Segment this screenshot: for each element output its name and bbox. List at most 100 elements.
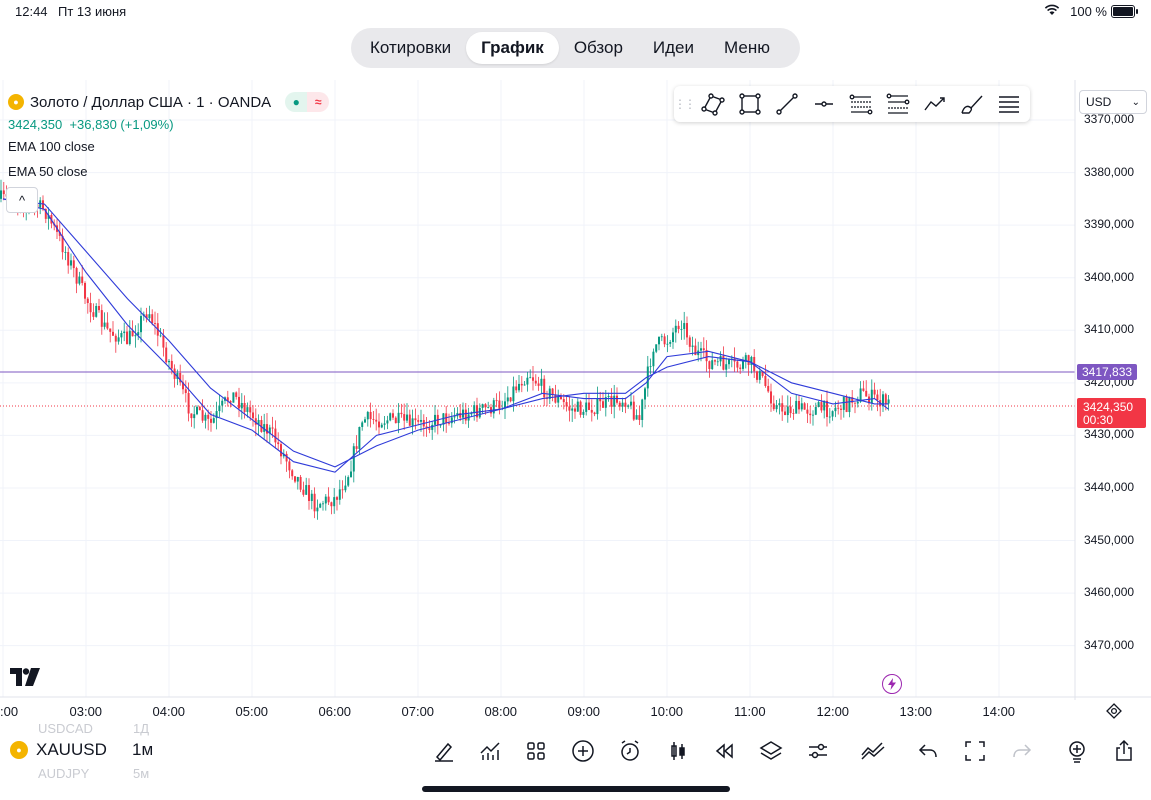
candle-body <box>232 392 235 403</box>
chevron-up-icon: ^ <box>18 192 26 208</box>
candle-body <box>319 503 322 508</box>
candle-body <box>686 323 688 338</box>
candle-body <box>837 407 840 409</box>
candle-body <box>450 417 453 424</box>
candle-body <box>95 305 98 317</box>
settings-icon[interactable] <box>803 736 833 766</box>
candle-body <box>840 408 842 410</box>
candle-body <box>635 415 638 420</box>
candle-body <box>372 419 375 420</box>
fib-retracement-icon[interactable] <box>842 86 879 122</box>
undo-icon[interactable] <box>913 736 943 766</box>
tab-overview[interactable]: Обзор <box>559 32 638 64</box>
ideas-icon[interactable] <box>1062 736 1092 766</box>
candle-body <box>380 424 383 428</box>
candle-body <box>397 412 400 424</box>
candle-body <box>478 407 481 418</box>
share-icon[interactable] <box>1109 736 1139 766</box>
candle-body <box>540 378 543 386</box>
candle-body <box>481 404 484 408</box>
symbol-selector[interactable]: ● XAUUSD <box>10 740 107 760</box>
indicators-icon[interactable] <box>475 736 505 766</box>
price-chart[interactable] <box>0 80 1151 700</box>
compare-icon[interactable] <box>858 736 888 766</box>
legend-title-row[interactable]: ● Золото / Доллар США · 1 · OANDA ● ≈ <box>8 92 330 112</box>
layers-icon[interactable] <box>756 736 786 766</box>
candle-body <box>610 395 613 407</box>
pattern-icon[interactable] <box>694 86 731 122</box>
candle-body <box>347 477 350 486</box>
candle-body <box>680 329 683 330</box>
tradingview-logo <box>10 668 42 691</box>
candle-body <box>618 402 621 407</box>
lightning-icon[interactable] <box>882 674 902 694</box>
candle-body <box>596 397 599 415</box>
candle-body <box>154 323 156 324</box>
alert-price-badge[interactable]: 3417,833 <box>1077 364 1138 380</box>
trend-line-icon[interactable] <box>768 86 805 122</box>
candle-body <box>495 400 498 402</box>
templates-icon[interactable] <box>521 736 551 766</box>
chart-type-icon[interactable] <box>663 736 693 766</box>
time-tick-label: 04:00 <box>152 704 186 719</box>
faded-symbol-above: USDCAD <box>38 721 93 736</box>
candle-body <box>78 276 81 284</box>
collapse-legend-button[interactable]: ^ <box>6 187 38 213</box>
candle-body <box>484 404 487 408</box>
candle-body <box>126 331 128 345</box>
axis-settings-icon[interactable] <box>1106 703 1122 719</box>
candle-body <box>688 337 691 347</box>
drag-handle-icon[interactable]: ⋮⋮ <box>674 97 696 111</box>
alert-icon[interactable] <box>615 736 645 766</box>
path-icon[interactable] <box>916 86 953 122</box>
candle-body <box>515 386 518 391</box>
candle-body <box>459 412 462 418</box>
candle-body <box>781 403 784 412</box>
more-tools-icon[interactable] <box>990 86 1027 122</box>
tab-menu[interactable]: Меню <box>709 32 785 64</box>
interval-selector[interactable]: 1м <box>132 740 153 760</box>
tab-quotes[interactable]: Котировки <box>355 32 466 64</box>
candle-body <box>299 477 302 490</box>
candle-body <box>134 335 137 337</box>
candle-body <box>308 485 310 502</box>
candle-body <box>767 385 770 392</box>
replay-icon[interactable] <box>709 736 739 766</box>
currency-select[interactable]: USD ⌄ <box>1079 90 1147 114</box>
faded-symbol-below: AUDJPY <box>38 766 90 781</box>
tab-chart[interactable]: График <box>466 32 559 64</box>
add-icon[interactable] <box>568 736 598 766</box>
redo-icon[interactable] <box>1007 736 1037 766</box>
time-tick-label: :00 <box>0 704 19 719</box>
pitchfork-icon[interactable] <box>879 86 916 122</box>
candle-body <box>162 335 165 348</box>
tab-ideas[interactable]: Идеи <box>638 32 709 64</box>
candle-body <box>862 388 865 391</box>
rectangle-icon[interactable] <box>731 86 768 122</box>
candle-body <box>151 314 154 324</box>
candle-body <box>649 366 652 368</box>
candle-body <box>383 423 386 425</box>
candle-body <box>221 400 224 406</box>
candle-body <box>498 400 501 409</box>
candle-body <box>669 342 672 344</box>
candle-body <box>86 298 89 304</box>
legend-price-row: 3424,350 +36,830 (+1,09%) <box>8 117 174 132</box>
candle-body <box>590 409 593 413</box>
main-tabs: Котировки График Обзор Идеи Меню <box>351 28 800 68</box>
indicator-ema50[interactable]: EMA 50 close <box>8 164 88 179</box>
brush-icon[interactable] <box>953 86 990 122</box>
candle-body <box>184 389 187 393</box>
candle-body <box>865 390 868 397</box>
horizontal-ray-icon[interactable] <box>805 86 842 122</box>
indicator-ema100[interactable]: EMA 100 close <box>8 139 95 154</box>
candle-body <box>238 396 240 409</box>
candle-body <box>81 276 84 283</box>
draw-icon[interactable] <box>429 736 459 766</box>
market-status-pills[interactable]: ● ≈ <box>285 92 330 112</box>
candle-body <box>557 396 560 403</box>
candle-body <box>302 489 305 495</box>
candle-body <box>352 446 355 472</box>
fullscreen-icon[interactable] <box>960 736 990 766</box>
price-tick-label: 3380,000 <box>1084 164 1135 179</box>
